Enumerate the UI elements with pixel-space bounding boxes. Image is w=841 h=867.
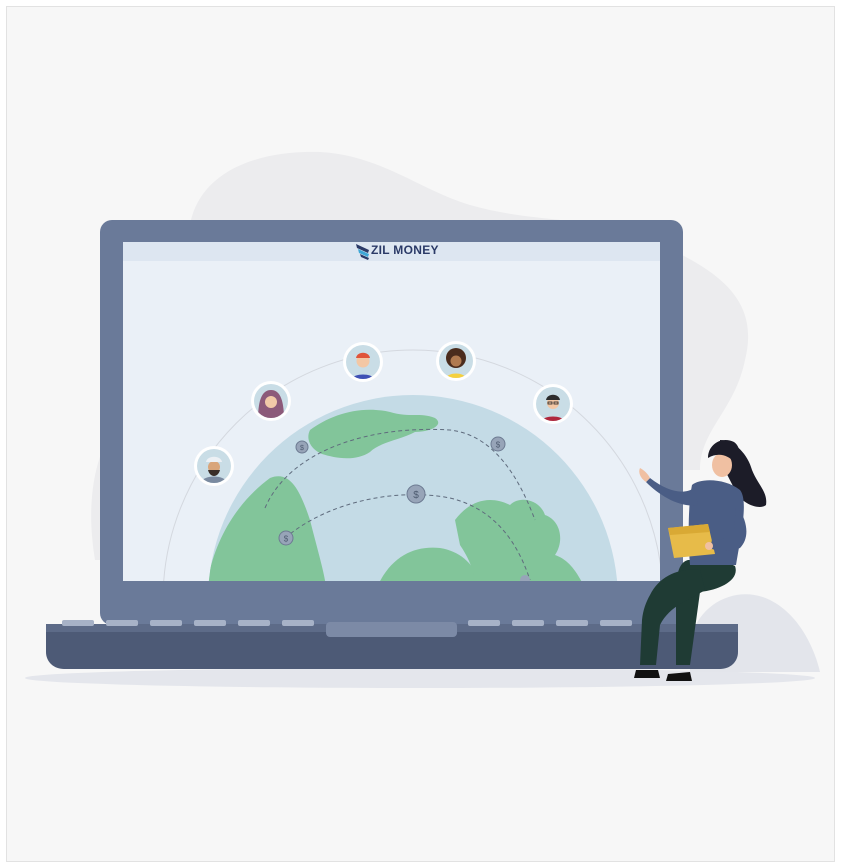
dollar-coin-icon: $ [490,436,506,452]
trackpad [326,622,457,637]
dollar-coin-icon: $ [278,530,294,546]
illustration: $ $ $ $ [25,151,820,688]
man-red-hair-icon [343,342,383,382]
svg-text:$: $ [496,441,501,450]
brand-name: ZIL MONEY [371,243,439,257]
svg-text:$: $ [284,535,289,544]
woman-hijab-icon [251,381,291,421]
woman-afro-icon [436,341,476,381]
dollar-coin-icon: $ [406,484,426,504]
svg-text:$: $ [300,445,304,452]
dollar-coin-icon: $ [295,440,309,454]
man-glasses-icon [533,384,573,424]
man-turban-icon [194,446,234,486]
svg-text:$: $ [413,490,419,501]
